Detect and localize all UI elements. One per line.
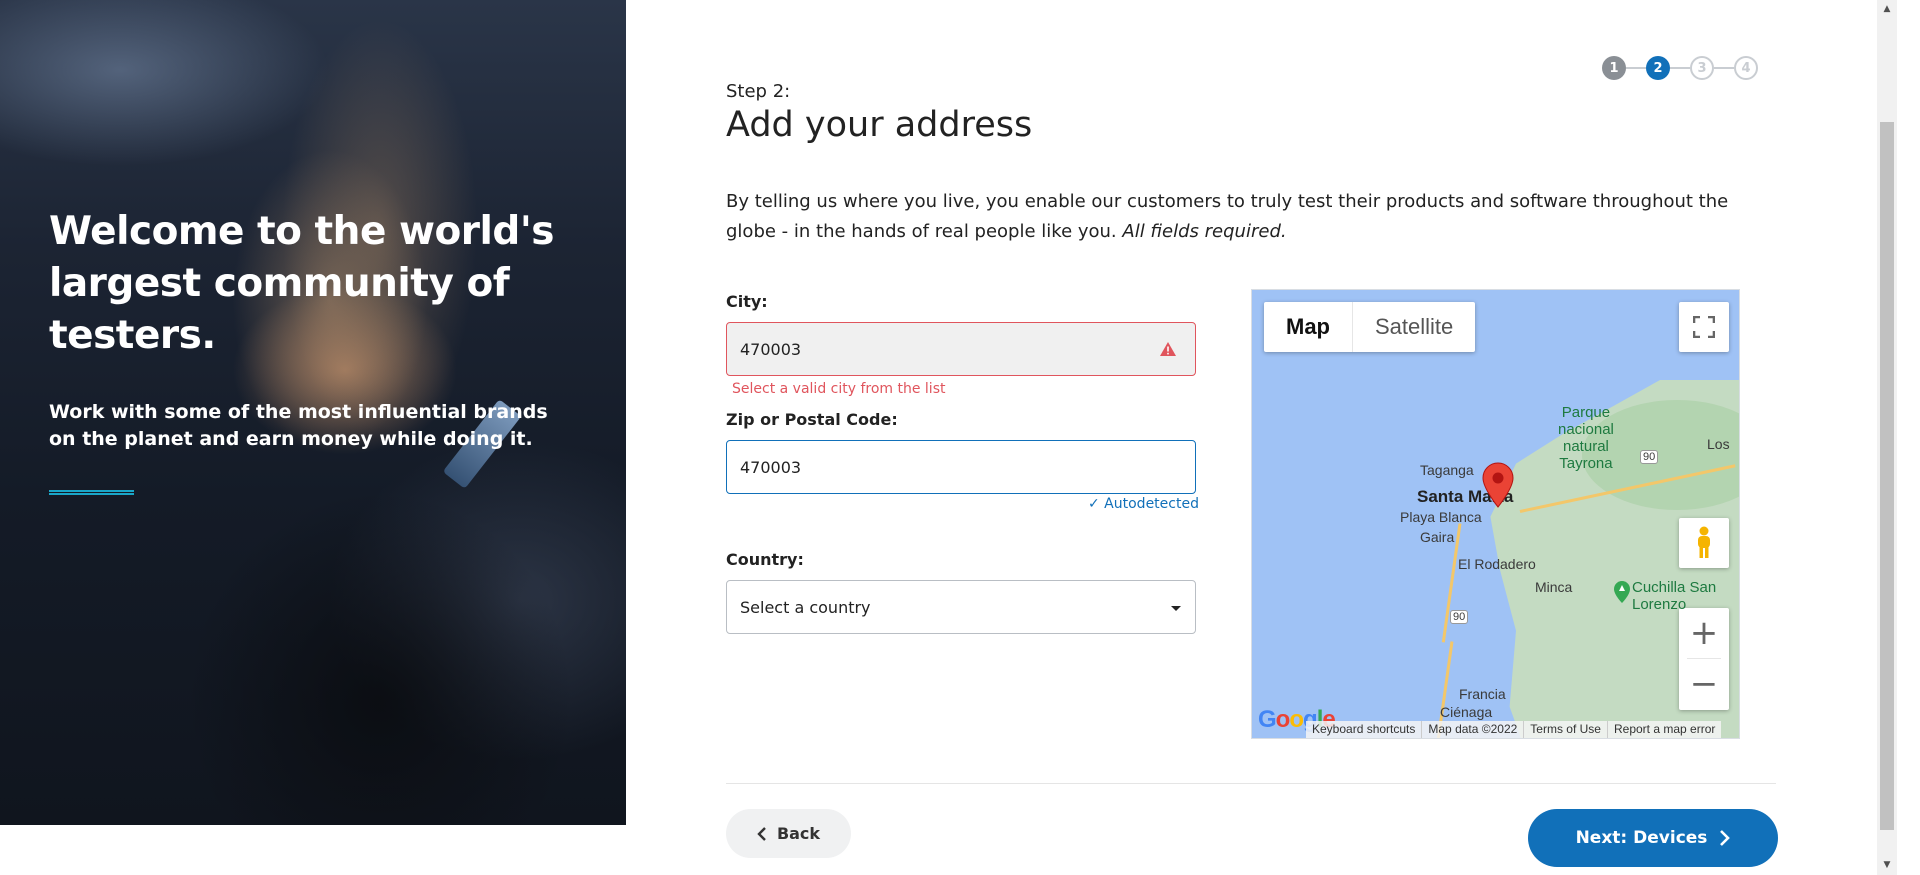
city-error-message: Select a valid city from the list [732,381,946,397]
map-route-90-shield: 90 [1450,610,1469,624]
map-label-playa-blanca: Playa Blanca [1400,509,1482,525]
map-label-taganga: Taganga [1420,462,1474,478]
map-label-los: Los [1707,436,1730,452]
hero-panel: Welcome to the world's largest community… [0,0,626,825]
scroll-down-arrow-icon[interactable]: ▼ [1880,858,1894,872]
zoom-in-button[interactable]: + [1679,608,1729,658]
zoom-control: + − [1679,608,1729,710]
map-keyboard-shortcuts-link[interactable]: Keyboard shortcuts [1306,721,1423,738]
step-3: 3 [1690,56,1714,80]
map-data-attribution: Map data ©2022 [1422,721,1525,738]
country-select-value: Select a country [740,597,871,617]
map-terms-link[interactable]: Terms of Use [1524,721,1608,738]
map-route-90-shield: 90 [1640,450,1659,464]
fullscreen-icon [1693,316,1715,338]
hero-title: Welcome to the world's largest community… [49,209,554,358]
map-label-francia: Francia [1459,686,1506,702]
chevron-right-icon [1720,830,1731,846]
park-pin-icon [1614,581,1630,603]
country-label: Country: [726,550,804,569]
warning-icon [1160,342,1176,356]
progress-stepper: 1 2 3 4 [1602,56,1758,80]
map-label-cuchilla: Cuchilla San Lorenzo [1632,579,1717,613]
city-label: City: [726,292,768,311]
pegman-icon [1698,526,1710,558]
zip-label: Zip or Postal Code: [726,410,898,429]
chevron-left-icon [757,826,766,841]
step-connector [1714,67,1734,69]
scroll-up-arrow-icon[interactable]: ▲ [1880,2,1894,16]
caret-down-icon [1171,606,1181,611]
location-pin-icon[interactable] [1482,462,1514,508]
map-type-control: Map Satellite [1264,302,1476,352]
city-input-value: 470003 [740,339,802,359]
map-type-map[interactable]: Map [1264,302,1353,352]
page-title: Add your address [726,105,1033,145]
hero-subtitle: Work with some of the most influential b… [49,401,548,450]
autodetected-hint: ✓ Autodetected [1088,496,1199,512]
back-button[interactable]: Back [726,809,851,858]
map-label-tayrona: Parque nacional natural Tayrona [1558,404,1614,472]
map-label-el-rodadero: El Rodadero [1458,556,1536,572]
zip-input[interactable]: 470003 [726,440,1196,494]
fullscreen-button[interactable] [1679,302,1729,352]
step-2: 2 [1646,56,1670,80]
zip-input-value: 470003 [740,457,802,477]
map-label-gaira: Gaira [1420,529,1455,545]
zoom-out-button[interactable]: − [1679,659,1729,709]
step-4: 4 [1734,56,1758,80]
map-type-satellite[interactable]: Satellite [1353,302,1475,352]
street-view-pegman[interactable] [1679,518,1729,568]
intro-text: By telling us where you live, you enable… [726,187,1776,247]
step-1: 1 [1602,56,1626,80]
next-devices-button[interactable]: Next: Devices [1528,809,1778,867]
intro-required-note: All fields required. [1122,221,1287,242]
page-scrollbar-thumb[interactable] [1880,122,1894,830]
map-label-cienaga: Ciénaga [1440,704,1493,720]
map-report-error-link[interactable]: Report a map error [1608,721,1721,738]
hero-photo-shadow [160,480,600,825]
hero-accent-rule [49,490,134,495]
actions-divider [726,783,1776,784]
step-label: Step 2: [726,81,791,102]
map-attribution-bar: Keyboard shortcuts Map data ©2022 Terms … [1306,721,1722,738]
city-input[interactable]: 470003 [726,322,1196,376]
step-connector [1626,67,1646,69]
step-connector [1670,67,1690,69]
map-label-minca: Minca [1535,579,1573,595]
country-select[interactable]: Select a country [726,580,1196,634]
next-button-label: Next: Devices [1575,828,1708,848]
location-map[interactable]: Map Satellite + − Parque nacional natura… [1251,289,1740,739]
back-button-label: Back [776,824,821,843]
